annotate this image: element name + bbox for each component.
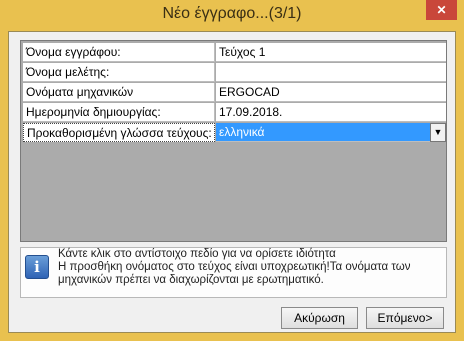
property-label: Όνομα μελέτης:	[23, 63, 215, 82]
property-value[interactable]: ERGOCAD	[216, 83, 446, 102]
property-label: Προκαθορισμένη γλώσσα τεύχους:	[23, 123, 215, 142]
close-icon: ✕	[436, 3, 447, 17]
info-line: Κάντε κλικ στο αντίστοιχο πεδίο για να ο…	[58, 248, 336, 260]
cancel-button[interactable]: Ακύρωση	[281, 307, 358, 329]
info-line: Η προσθήκη ονόματος στο τεύχος είναι υπο…	[58, 261, 411, 273]
property-row-document-name[interactable]: Όνομα εγγράφου: Τεύχος 1	[21, 43, 446, 62]
property-value[interactable]	[216, 63, 446, 82]
info-text: Κάντε κλικ στο αντίστοιχο πεδίο για να ο…	[58, 248, 443, 287]
dialog-window: Νέο έγγραφο...(3/1) ✕ Όνομα εγγράφου: Τε…	[0, 0, 464, 341]
info-icon: i	[25, 255, 49, 279]
info-panel: i Κάντε κλικ στο αντίστοιχο πεδίο για να…	[20, 247, 447, 298]
property-value[interactable]: 17.09.2018.	[216, 103, 446, 122]
property-row-engineer-names[interactable]: Ονόματα μηχανικών ERGOCAD	[21, 83, 446, 102]
language-dropdown-button[interactable]: ▼	[430, 123, 446, 142]
property-row-default-language[interactable]: Προκαθορισμένη γλώσσα τεύχους: ελληνικά …	[21, 123, 446, 142]
property-row-project-name[interactable]: Όνομα μελέτης:	[21, 63, 446, 82]
dialog-body: Όνομα εγγράφου: Τεύχος 1 Όνομα μελέτης: …	[8, 31, 456, 333]
property-label: Ημερομηνία δημιουργίας:	[23, 103, 215, 122]
info-line: μηχανικών πρέπει να διαχωρίζονται με ερω…	[58, 274, 324, 286]
title-bar: Νέο έγγραφο...(3/1) ✕	[0, 0, 464, 30]
property-value[interactable]: Τεύχος 1	[216, 43, 446, 62]
language-select-value[interactable]: ελληνικά	[216, 123, 430, 142]
property-row-creation-date[interactable]: Ημερομηνία δημιουργίας: 17.09.2018.	[21, 103, 446, 122]
chevron-down-icon: ▼	[433, 127, 443, 137]
close-button[interactable]: ✕	[426, 0, 457, 20]
next-button[interactable]: Επόμενο>	[366, 307, 444, 329]
window-title: Νέο έγγραφο...(3/1)	[162, 5, 302, 22]
property-label: Ονόματα μηχανικών	[23, 83, 215, 102]
property-label: Όνομα εγγράφου:	[23, 43, 215, 62]
property-grid: Όνομα εγγράφου: Τεύχος 1 Όνομα μελέτης: …	[20, 40, 447, 242]
